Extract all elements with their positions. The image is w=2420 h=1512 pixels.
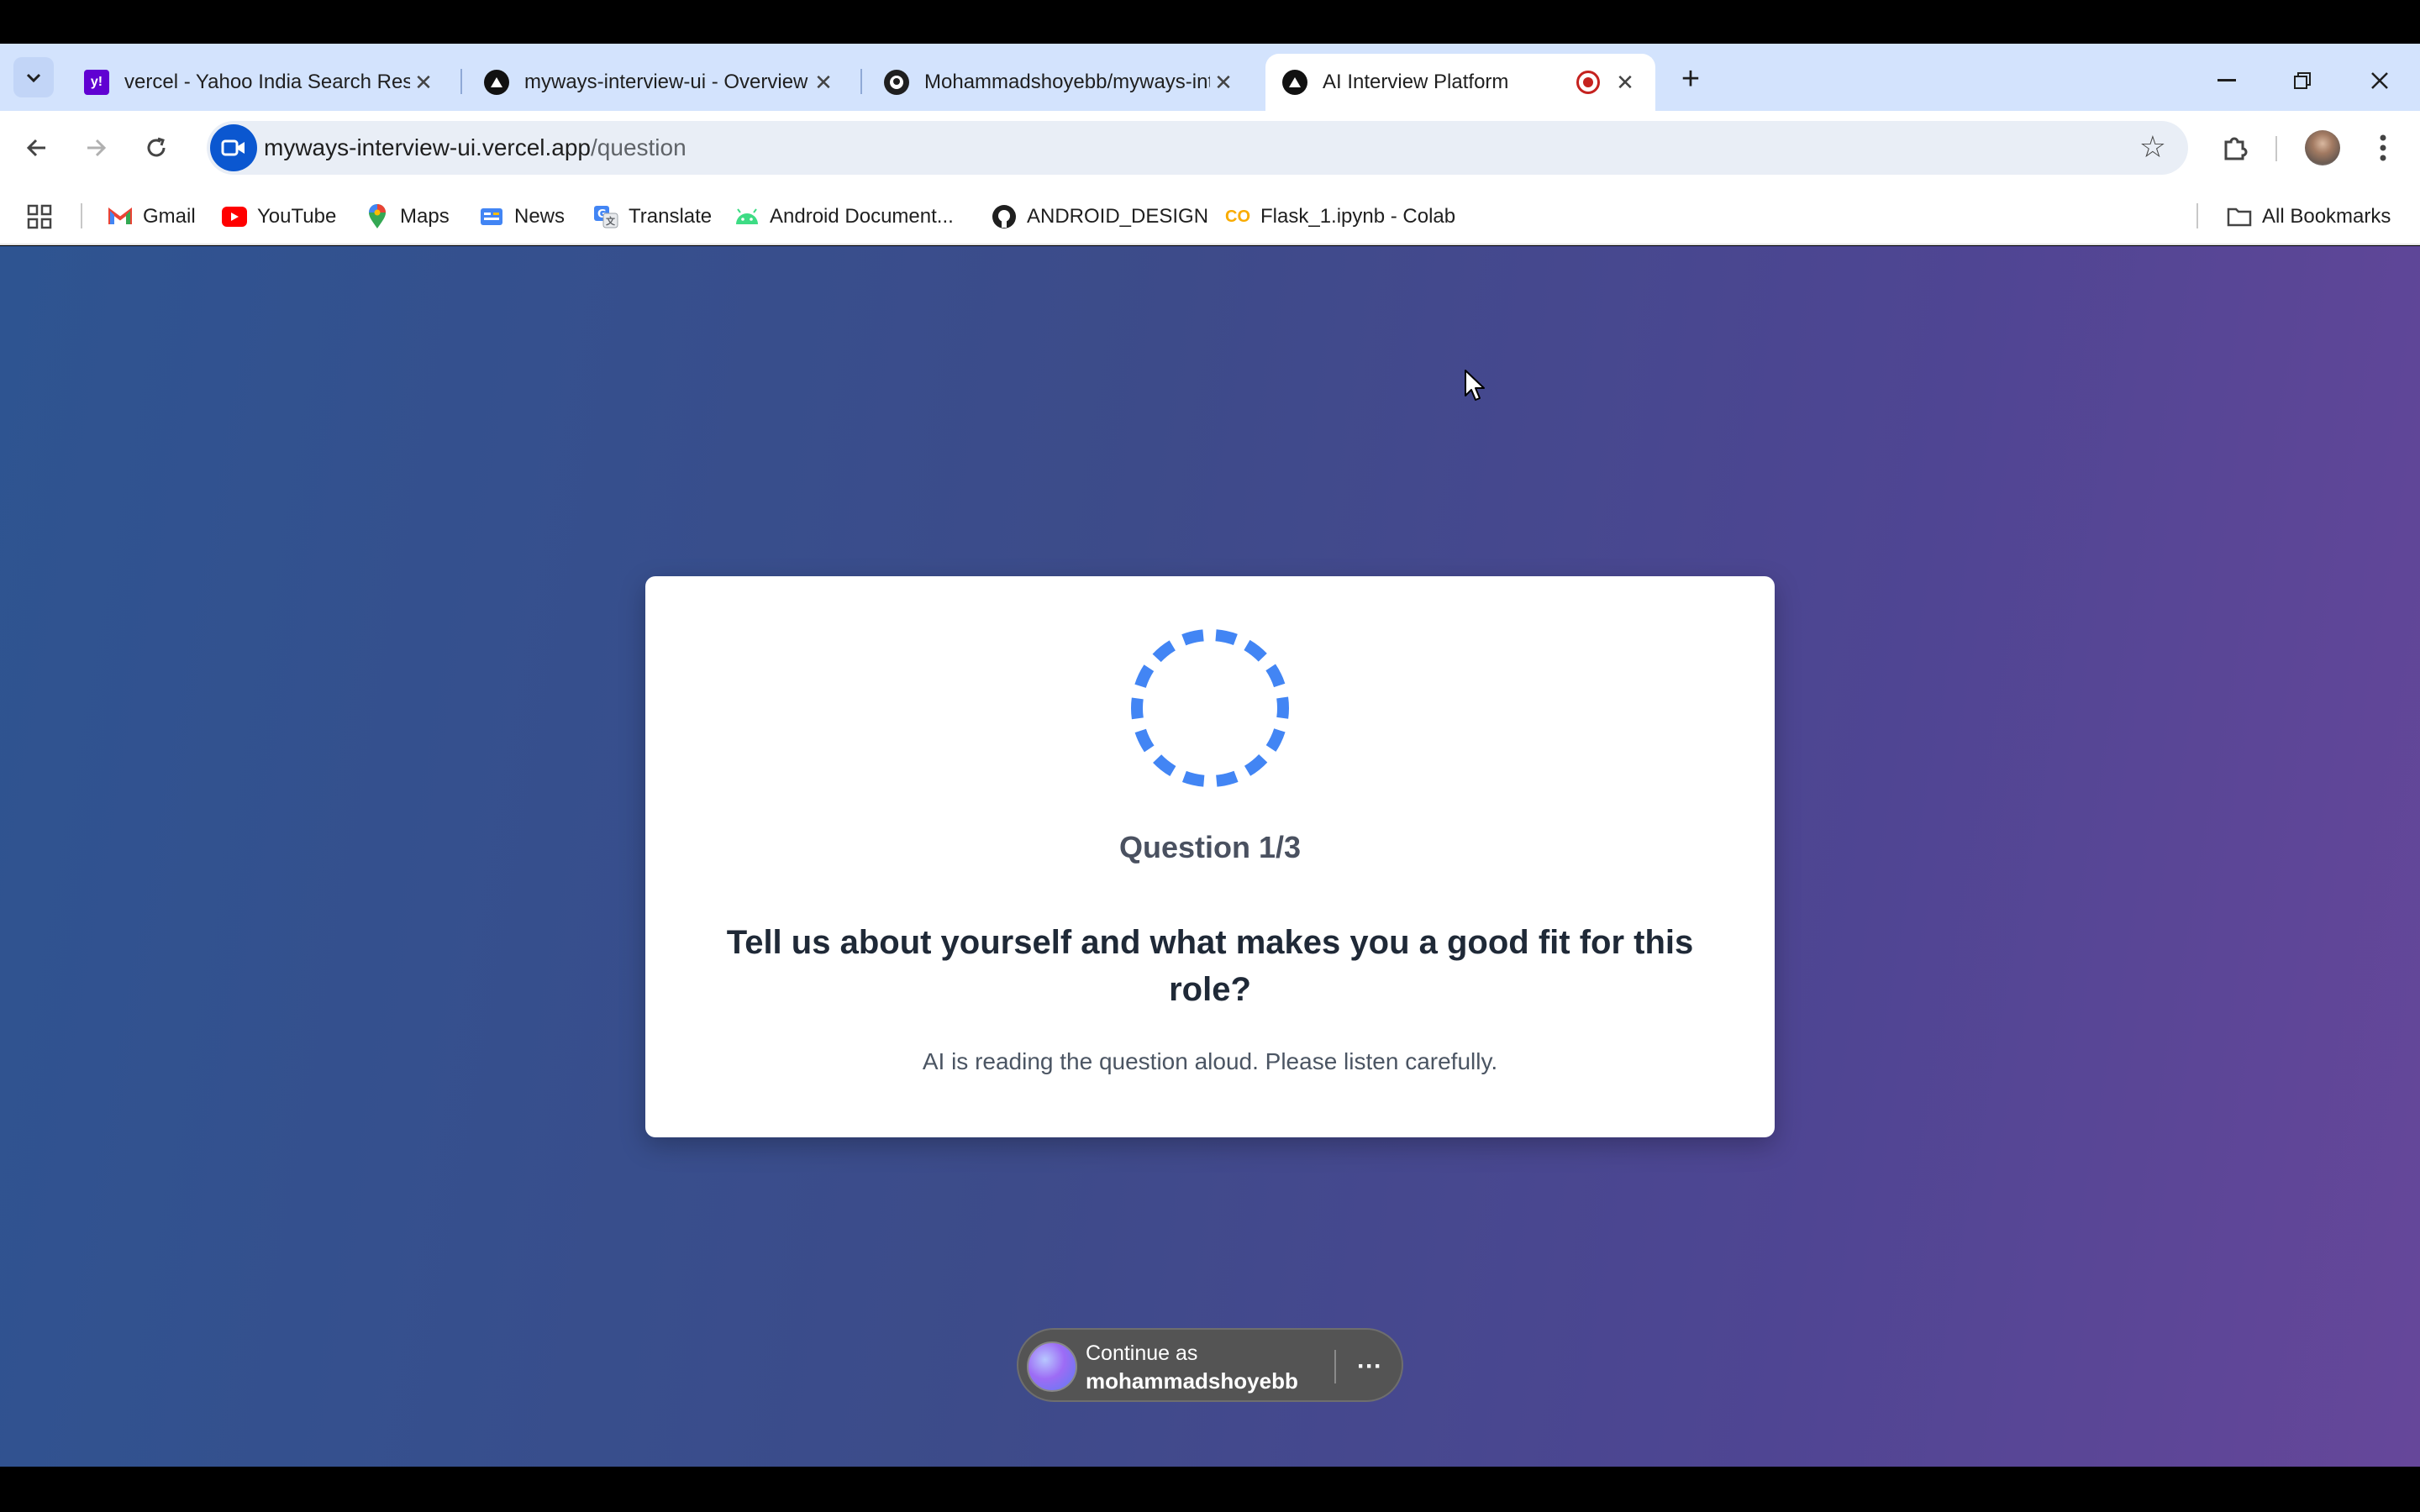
maps-icon	[365, 204, 390, 229]
bookmark-label: News	[514, 205, 566, 228]
bookmark-label: Translate	[629, 205, 713, 228]
news-icon	[479, 204, 504, 229]
page-viewport: Question 1/3 Tell us about yourself and …	[0, 246, 2420, 1467]
bookmark-divider	[81, 203, 82, 228]
tab-title: vercel - Yahoo India Search Results	[124, 71, 410, 93]
continue-as-username: mohammadshoyebb	[1086, 1368, 1298, 1394]
bookmark-star-icon[interactable]: ☆	[2139, 129, 2166, 165]
apps-button[interactable]	[27, 200, 52, 234]
bookmarks-bar: Gmail YouTube Maps News G文 Translate And…	[0, 185, 2420, 245]
more-options-button[interactable]: ···	[1346, 1347, 1393, 1387]
reload-icon	[147, 137, 166, 157]
tab-divider	[860, 69, 862, 94]
continue-as-prompt[interactable]: Continue as mohammadshoyebb ···	[1017, 1328, 1403, 1402]
bookmark-label: Gmail	[143, 205, 196, 228]
close-icon[interactable]: ✕	[1612, 69, 1639, 96]
bookmark-gmail[interactable]: Gmail	[108, 200, 196, 234]
continue-as-label: Continue as	[1086, 1341, 1198, 1365]
avatar	[1027, 1341, 1077, 1392]
url-path: /question	[591, 134, 687, 160]
screen-bottom-bar	[0, 1467, 2420, 1512]
pill-divider	[1334, 1350, 1336, 1383]
android-icon	[734, 204, 760, 229]
puzzle-icon	[2224, 137, 2248, 160]
plus-icon: +	[1681, 60, 1701, 97]
browser-toolbar: myways-interview-ui.vercel.app/question …	[0, 111, 2420, 185]
minimize-button[interactable]	[2202, 60, 2252, 101]
bookmark-label: Flask_1.ipynb - Colab	[1260, 205, 1456, 228]
bookmark-label: Maps	[400, 205, 450, 228]
kebab-menu-icon	[2380, 134, 2386, 161]
bookmark-label: YouTube	[257, 205, 337, 228]
recording-icon	[1576, 71, 1600, 94]
forward-button[interactable]	[74, 126, 118, 170]
ellipsis-icon: ···	[1357, 1352, 1382, 1380]
reload-button[interactable]	[134, 126, 178, 170]
bookmark-translate[interactable]: G文 Translate	[593, 200, 712, 234]
bookmark-colab[interactable]: CO Flask_1.ipynb - Colab	[1225, 200, 1455, 234]
url-text[interactable]: myways-interview-ui.vercel.app/question	[264, 134, 687, 161]
avatar	[2305, 130, 2340, 165]
tab-strip: y! vercel - Yahoo India Search Results ✕…	[0, 44, 2420, 111]
apps-grid-icon	[27, 204, 52, 229]
back-button[interactable]	[15, 126, 59, 170]
restore-icon	[2294, 72, 2311, 89]
tab-github-repo[interactable]: Mohammadshoyebb/myways-interview-ui ✕	[867, 54, 1254, 111]
back-arrow-icon	[26, 139, 45, 157]
tab-title: myways-interview-ui - Overview	[524, 71, 808, 93]
close-icon[interactable]: ✕	[410, 69, 437, 96]
bookmark-divider	[2196, 203, 2198, 228]
svg-text:文: 文	[606, 215, 616, 227]
close-icon[interactable]: ✕	[810, 69, 837, 96]
forward-arrow-icon	[87, 139, 107, 157]
folder-icon	[2227, 204, 2252, 229]
camera-icon[interactable]	[210, 124, 257, 171]
tab-title: AI Interview Platform	[1323, 71, 1509, 93]
bookmark-label: Android Document...	[770, 205, 954, 228]
vercel-icon	[484, 70, 509, 95]
close-window-button[interactable]	[2354, 60, 2405, 101]
mouse-cursor-icon	[1465, 370, 1485, 401]
chevron-down-icon	[26, 73, 41, 83]
loading-spinner-icon	[1131, 629, 1289, 787]
extensions-button[interactable]	[2212, 126, 2259, 170]
bookmark-android-docs[interactable]: Android Document...	[734, 200, 954, 234]
new-tab-button[interactable]: +	[1672, 60, 1709, 97]
tab-ai-interview-platform[interactable]: AI Interview Platform ✕	[1265, 54, 1655, 111]
question-text: Tell us about yourself and what makes yo…	[726, 924, 1694, 1008]
youtube-icon	[222, 207, 247, 227]
bookmark-label: ANDROID_DESIGN	[1027, 205, 1209, 228]
bookmark-youtube[interactable]: YouTube	[222, 200, 336, 234]
bookmark-news[interactable]: News	[479, 200, 565, 234]
tab-vercel-overview[interactable]: myways-interview-ui - Overview ✕	[467, 54, 854, 111]
gmail-icon	[108, 204, 133, 229]
question-card: Question 1/3 Tell us about yourself and …	[645, 576, 1775, 1137]
github-icon	[992, 204, 1017, 229]
all-bookmarks-button[interactable]: All Bookmarks	[2227, 200, 2391, 234]
address-bar[interactable]: myways-interview-ui.vercel.app/question …	[207, 121, 2188, 175]
bookmark-maps[interactable]: Maps	[365, 200, 450, 234]
url-host: myways-interview-ui.vercel.app	[264, 134, 592, 160]
question-hint: AI is reading the question aloud. Please…	[922, 1048, 1498, 1074]
tab-yahoo-search[interactable]: y! vercel - Yahoo India Search Results ✕	[67, 54, 454, 111]
close-icon	[2371, 72, 2388, 89]
toolbar-divider	[2275, 136, 2277, 161]
screen-top-bar	[0, 0, 2420, 44]
close-icon[interactable]: ✕	[1210, 69, 1237, 96]
tab-search-button[interactable]	[13, 57, 54, 97]
minimize-icon	[2217, 79, 2236, 81]
browser-menu-button[interactable]	[2360, 126, 2407, 170]
yahoo-icon: y!	[84, 70, 109, 95]
colab-icon: CO	[1225, 207, 1250, 226]
github-icon	[884, 70, 909, 95]
vercel-icon	[1282, 70, 1307, 95]
tab-title: Mohammadshoyebb/myways-interview-ui	[924, 71, 1210, 93]
tab-divider	[460, 69, 462, 94]
bookmark-android-design[interactable]: ANDROID_DESIGN	[992, 200, 1208, 234]
all-bookmarks-label: All Bookmarks	[2262, 205, 2391, 228]
translate-icon: G文	[593, 204, 618, 229]
profile-avatar[interactable]	[2299, 126, 2346, 170]
question-counter: Question 1/3	[1118, 830, 1302, 864]
restore-button[interactable]	[2277, 60, 2328, 101]
